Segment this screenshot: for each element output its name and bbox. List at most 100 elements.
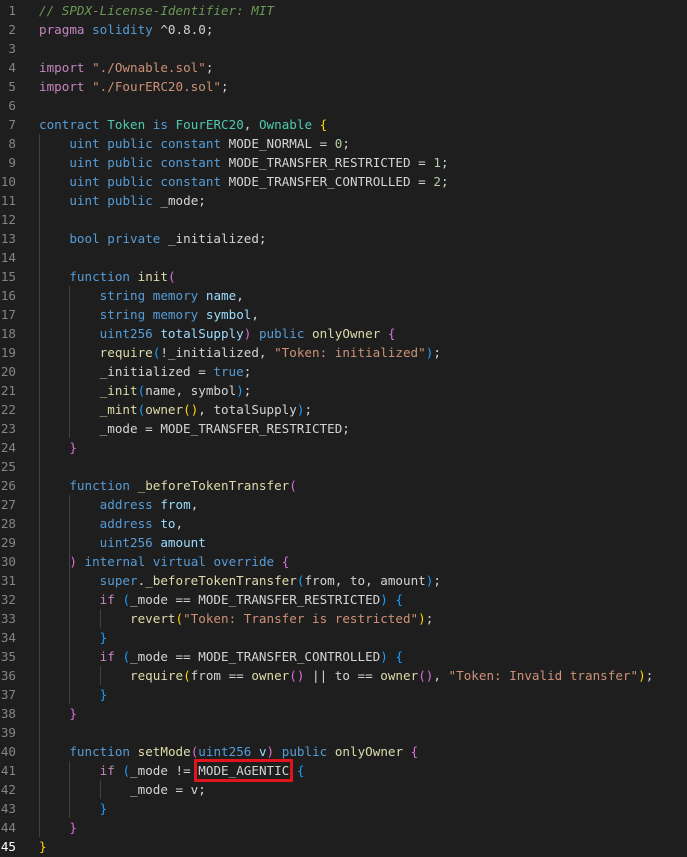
code-token: from == xyxy=(190,668,252,683)
code-line[interactable]: 22 _mint(owner(), totalSupply); xyxy=(0,400,687,419)
code-line[interactable]: 2 pragma solidity ^0.8.0; xyxy=(0,20,687,39)
code-line[interactable]: 39 xyxy=(0,723,687,742)
code-line[interactable]: 1 // SPDX-License-Identifier: MIT xyxy=(0,1,687,20)
code-line[interactable]: 30 ) internal virtual override { xyxy=(0,552,687,571)
code-token: public xyxy=(281,744,328,759)
code-token: // SPDX-License-Identifier: MIT xyxy=(39,3,275,18)
code-token: } xyxy=(39,839,47,854)
line-code: ) internal virtual override { xyxy=(39,552,289,571)
line-code: require(!_initialized, "Token: initializ… xyxy=(39,343,441,362)
code-line[interactable]: 31 super._beforeTokenTransfer(from, to, … xyxy=(0,571,687,590)
line-code: _mint(owner(), totalSupply); xyxy=(39,400,312,419)
line-number: 36 xyxy=(0,668,16,683)
line-number: 3 xyxy=(8,41,16,56)
code-token: ; xyxy=(433,573,441,588)
code-line[interactable]: 16 string memory name, xyxy=(0,286,687,305)
line-code: address to, xyxy=(39,514,183,533)
line-number: 32 xyxy=(0,592,16,607)
code-token: } xyxy=(69,440,77,455)
code-token: symbol xyxy=(205,307,252,322)
line-number: 4 xyxy=(8,60,16,75)
code-token: _initialized; xyxy=(160,231,267,246)
code-line[interactable]: 40 function setMode(uint256 v) public on… xyxy=(0,742,687,761)
code-line[interactable]: 45} xyxy=(0,837,687,856)
code-line[interactable]: 21 _init(name, symbol); xyxy=(0,381,687,400)
code-line[interactable]: 38 } xyxy=(0,704,687,723)
code-token: { xyxy=(395,649,404,664)
line-number: 25 xyxy=(0,459,16,474)
code-line[interactable]: 25 xyxy=(0,457,687,476)
code-line[interactable]: 29 uint256 amount xyxy=(0,533,687,552)
line-number: 5 xyxy=(8,79,16,94)
line-number: 1 xyxy=(8,3,16,18)
code-line[interactable]: 13 bool private _initialized; xyxy=(0,229,687,248)
code-line[interactable]: 17 string memory symbol, xyxy=(0,305,687,324)
code-line[interactable]: 28 address to, xyxy=(0,514,687,533)
code-token: override xyxy=(213,554,275,569)
code-line[interactable]: 3 xyxy=(0,39,687,58)
code-line[interactable]: 19 require(!_initialized, "Token: initia… xyxy=(0,343,687,362)
code-line[interactable]: 26 function _beforeTokenTransfer( xyxy=(0,476,687,495)
code-token: ) xyxy=(418,611,426,626)
code-editor[interactable]: 1 // SPDX-License-Identifier: MIT 2 pragma … xyxy=(0,0,687,857)
code-line[interactable]: 36 require(from == owner() || to == owne… xyxy=(0,666,687,685)
code-token: function xyxy=(69,269,131,284)
code-line[interactable]: 34 } xyxy=(0,628,687,647)
code-token: ( xyxy=(289,478,297,493)
code-token: init xyxy=(137,269,168,284)
code-token: owner xyxy=(380,668,419,683)
line-number: 12 xyxy=(0,212,16,227)
code-line[interactable]: 8 uint public constant MODE_NORMAL = 0; xyxy=(0,134,687,153)
code-line[interactable]: 12 xyxy=(0,210,687,229)
code-token: onlyOwner xyxy=(312,326,381,341)
code-token: public xyxy=(107,136,153,151)
code-line[interactable]: 14 xyxy=(0,248,687,267)
code-line[interactable]: 43 } xyxy=(0,799,687,818)
code-token: MODE_TRANSFER_RESTRICTED = xyxy=(221,155,434,170)
code-token: name, symbol xyxy=(145,383,237,398)
code-line[interactable]: 6 xyxy=(0,96,687,115)
code-line[interactable]: 41 if (_mode != MODE_AGENTIC { xyxy=(0,759,687,782)
line-number: 8 xyxy=(8,136,16,151)
code-line[interactable]: 35 if (_mode == MODE_TRANSFER_CONTROLLED… xyxy=(0,647,687,666)
code-token: ; xyxy=(425,611,434,626)
line-code: if (_mode == MODE_TRANSFER_CONTROLLED) { xyxy=(39,647,403,666)
code-token: super xyxy=(99,573,138,588)
code-token: , xyxy=(243,117,259,132)
code-token: "Token: Transfer is restricted" xyxy=(183,611,419,626)
code-line[interactable]: 7 contract Token is FourERC20, Ownable { xyxy=(0,115,687,134)
code-line[interactable]: 4 import "./Ownable.sol"; xyxy=(0,58,687,77)
code-line[interactable]: 20 _initialized = true; xyxy=(0,362,687,381)
code-token: setMode xyxy=(137,744,191,759)
line-code: uint public constant MODE_NORMAL = 0; xyxy=(39,134,350,153)
line-number: 29 xyxy=(0,535,16,550)
code-line[interactable]: 42 _mode = v; xyxy=(0,780,687,799)
code-line[interactable]: 27 address from, xyxy=(0,495,687,514)
code-line[interactable]: 44 } xyxy=(0,818,687,837)
code-token: import xyxy=(39,79,85,94)
code-line[interactable]: 23 _mode = MODE_TRANSFER_RESTRICTED; xyxy=(0,419,687,438)
code-line[interactable]: 24 } xyxy=(0,438,687,457)
line-code: } xyxy=(39,685,108,704)
code-line[interactable]: 32 if (_mode == MODE_TRANSFER_RESTRICTED… xyxy=(0,590,687,609)
code-line[interactable]: 11 uint public _mode; xyxy=(0,191,687,210)
code-token: ( xyxy=(183,668,191,683)
code-line[interactable]: 5 import "./FourERC20.sol"; xyxy=(0,77,687,96)
code-token: "./FourERC20.sol" xyxy=(92,79,221,94)
code-line[interactable]: 10 uint public constant MODE_TRANSFER_CO… xyxy=(0,172,687,191)
line-code: contract Token is FourERC20, Ownable { xyxy=(39,115,327,134)
code-line[interactable]: 18 uint256 totalSupply) public onlyOwner… xyxy=(0,324,687,343)
code-token: ; xyxy=(342,136,350,151)
code-line[interactable]: 15 function init( xyxy=(0,267,687,286)
code-line[interactable]: 9 uint public constant MODE_TRANSFER_RES… xyxy=(0,153,687,172)
line-code: uint public constant MODE_TRANSFER_RESTR… xyxy=(39,153,448,172)
code-line[interactable]: 33 revert("Token: Transfer is restricted… xyxy=(0,609,687,628)
line-code: } xyxy=(39,438,77,457)
code-token: } xyxy=(99,687,108,702)
code-line[interactable]: 37 } xyxy=(0,685,687,704)
